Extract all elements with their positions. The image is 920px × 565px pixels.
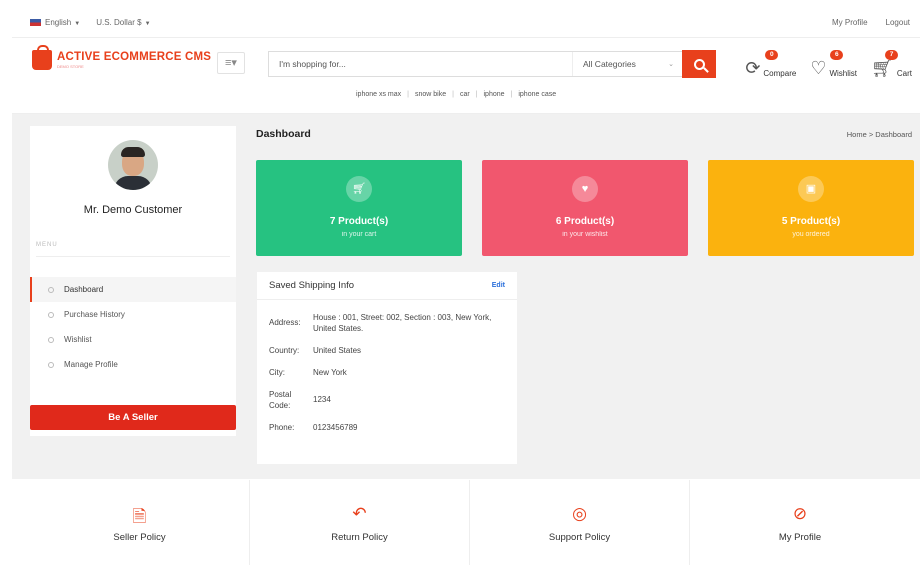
shipping-info-header: Saved Shipping Info Edit — [257, 272, 517, 300]
sidebar-item-purchase-history[interactable]: Purchase History — [30, 302, 236, 327]
city-row: City: New York — [269, 368, 347, 377]
shipping-info-title: Saved Shipping Info — [269, 280, 355, 291]
category-menu-button[interactable]: ≡▾ — [217, 52, 245, 74]
heart-icon: ♥ — [572, 176, 598, 202]
box-icon: ▣ — [798, 176, 824, 202]
return-policy-link[interactable]: ↶ Return Policy — [250, 480, 470, 565]
cart-icon: 🛒︎ — [871, 58, 894, 78]
wishlist-button[interactable]: ♡ 6 Wishlist — [810, 50, 857, 78]
cart-icon: 🛒︎ — [346, 176, 372, 202]
sidebar-item-dashboard[interactable]: Dashboard — [30, 277, 236, 302]
suggestion-link[interactable]: car — [460, 91, 470, 98]
breadcrumb[interactable]: Home > Dashboard — [847, 130, 912, 139]
heart-icon — [48, 336, 54, 343]
us-flag-icon — [30, 19, 41, 27]
page-title: Dashboard — [256, 128, 311, 140]
search-button[interactable] — [682, 50, 716, 78]
document-icon: 🗎︎ — [132, 507, 147, 526]
shipping-info-panel: Saved Shipping Info Edit Address: House … — [257, 272, 517, 464]
cart-button[interactable]: 🛒︎ 7 Cart — [871, 50, 912, 78]
category-select[interactable]: All Categories ⌄ — [572, 52, 682, 76]
summary-cards: 🛒︎ 7 Product(s) in your cart ♥ 6 Product… — [256, 160, 914, 256]
search-icon — [693, 58, 705, 70]
suggestion-link[interactable]: iphone case — [518, 91, 556, 98]
chevron-down-icon: ▼ — [74, 21, 81, 27]
country-row: Country: United States — [269, 346, 362, 355]
language-selector[interactable]: English ▼ — [30, 18, 80, 27]
user-icon — [48, 361, 54, 368]
be-a-seller-button[interactable]: Be A Seller — [30, 405, 236, 430]
suggestion-link[interactable]: iphone — [484, 91, 505, 98]
header: ACTIVE ECOMMERCE CMS DEMO STORE ≡▾ All C… — [12, 38, 920, 114]
dashboard-icon — [48, 286, 54, 293]
my-profile-footer-link[interactable]: ⊘ My Profile — [690, 480, 910, 565]
logo[interactable]: ACTIVE ECOMMERCE CMS DEMO STORE — [32, 45, 212, 70]
logout-link[interactable]: Logout — [886, 18, 910, 27]
sidebar-item-manage-profile[interactable]: Manage Profile — [30, 352, 236, 377]
suggestion-link[interactable]: iphone xs max — [356, 91, 401, 98]
main-area: Mr. Demo Customer MENU Dashboard Purchas… — [12, 114, 920, 479]
sidebar-item-wishlist[interactable]: Wishlist — [30, 327, 236, 352]
compare-count-badge: 0 — [765, 50, 779, 60]
currency-selector[interactable]: U.S. Dollar $ ▼ — [96, 18, 150, 27]
cart-summary-card[interactable]: 🛒︎ 7 Product(s) in your cart — [256, 160, 462, 256]
search-bar: All Categories ⌄ — [268, 50, 716, 78]
logo-subtitle: DEMO STORE — [57, 64, 84, 69]
my-profile-link[interactable]: My Profile — [832, 18, 868, 27]
seller-policy-link[interactable]: 🗎︎ Seller Policy — [30, 480, 250, 565]
user-name: Mr. Demo Customer — [83, 204, 183, 216]
support-icon: ◎ — [572, 504, 587, 523]
suggestion-link[interactable]: snow bike — [415, 91, 446, 98]
address-row: Address: House : 001, Street: 002, Secti… — [269, 313, 492, 333]
edit-shipping-link[interactable]: Edit — [492, 282, 505, 289]
wishlist-count-badge: 6 — [830, 50, 844, 60]
logo-text: ACTIVE ECOMMERCE CMS — [57, 51, 212, 63]
sidebar-menu: Dashboard Purchase History Wishlist Mana… — [30, 277, 236, 377]
heart-icon: ♡ — [810, 58, 827, 78]
dashboard-content: Dashboard Home > Dashboard 🛒︎ 7 Product(… — [256, 128, 914, 464]
orders-summary-card[interactable]: ▣ 5 Product(s) you ordered — [708, 160, 914, 256]
compare-icon: ⟳ — [745, 58, 761, 78]
support-policy-link[interactable]: ◎ Support Policy — [470, 480, 690, 565]
avatar — [108, 140, 158, 190]
wishlist-summary-card[interactable]: ♥ 6 Product(s) in your wishlist — [482, 160, 688, 256]
postal-code-row: Postal Code: 1234 — [269, 390, 331, 410]
shipping-info-body: Address: House : 001, Street: 002, Secti… — [257, 300, 517, 433]
phone-row: Phone: 0123456789 — [269, 423, 358, 432]
header-actions: ⟳ 0 Compare ♡ 6 Wishlist 🛒︎ 7 Cart — [745, 50, 912, 78]
account-sidebar: Mr. Demo Customer MENU Dashboard Purchas… — [30, 126, 236, 436]
file-icon — [48, 311, 54, 318]
top-bar: English ▼ U.S. Dollar $ ▼ My Profile Logou… — [12, 8, 920, 38]
search-suggestions: iphone xs max | snow bike | car | iphone | i… — [356, 91, 557, 98]
divider — [36, 256, 230, 257]
shopping-bag-icon — [32, 45, 52, 70]
search-input[interactable] — [269, 52, 572, 76]
dashboard-gauge-icon: ⊘ — [792, 504, 808, 523]
return-icon: ↶ — [352, 504, 367, 523]
policy-links: 🗎︎ Seller Policy ↶ Return Policy ◎ Suppo… — [30, 480, 920, 565]
compare-button[interactable]: ⟳ 0 Compare — [745, 50, 796, 78]
cart-count-badge: 7 — [885, 50, 899, 60]
menu-heading: MENU — [36, 242, 58, 248]
chevron-down-icon: ▼ — [144, 21, 151, 27]
chevron-down-icon: ⌄ — [668, 61, 674, 68]
